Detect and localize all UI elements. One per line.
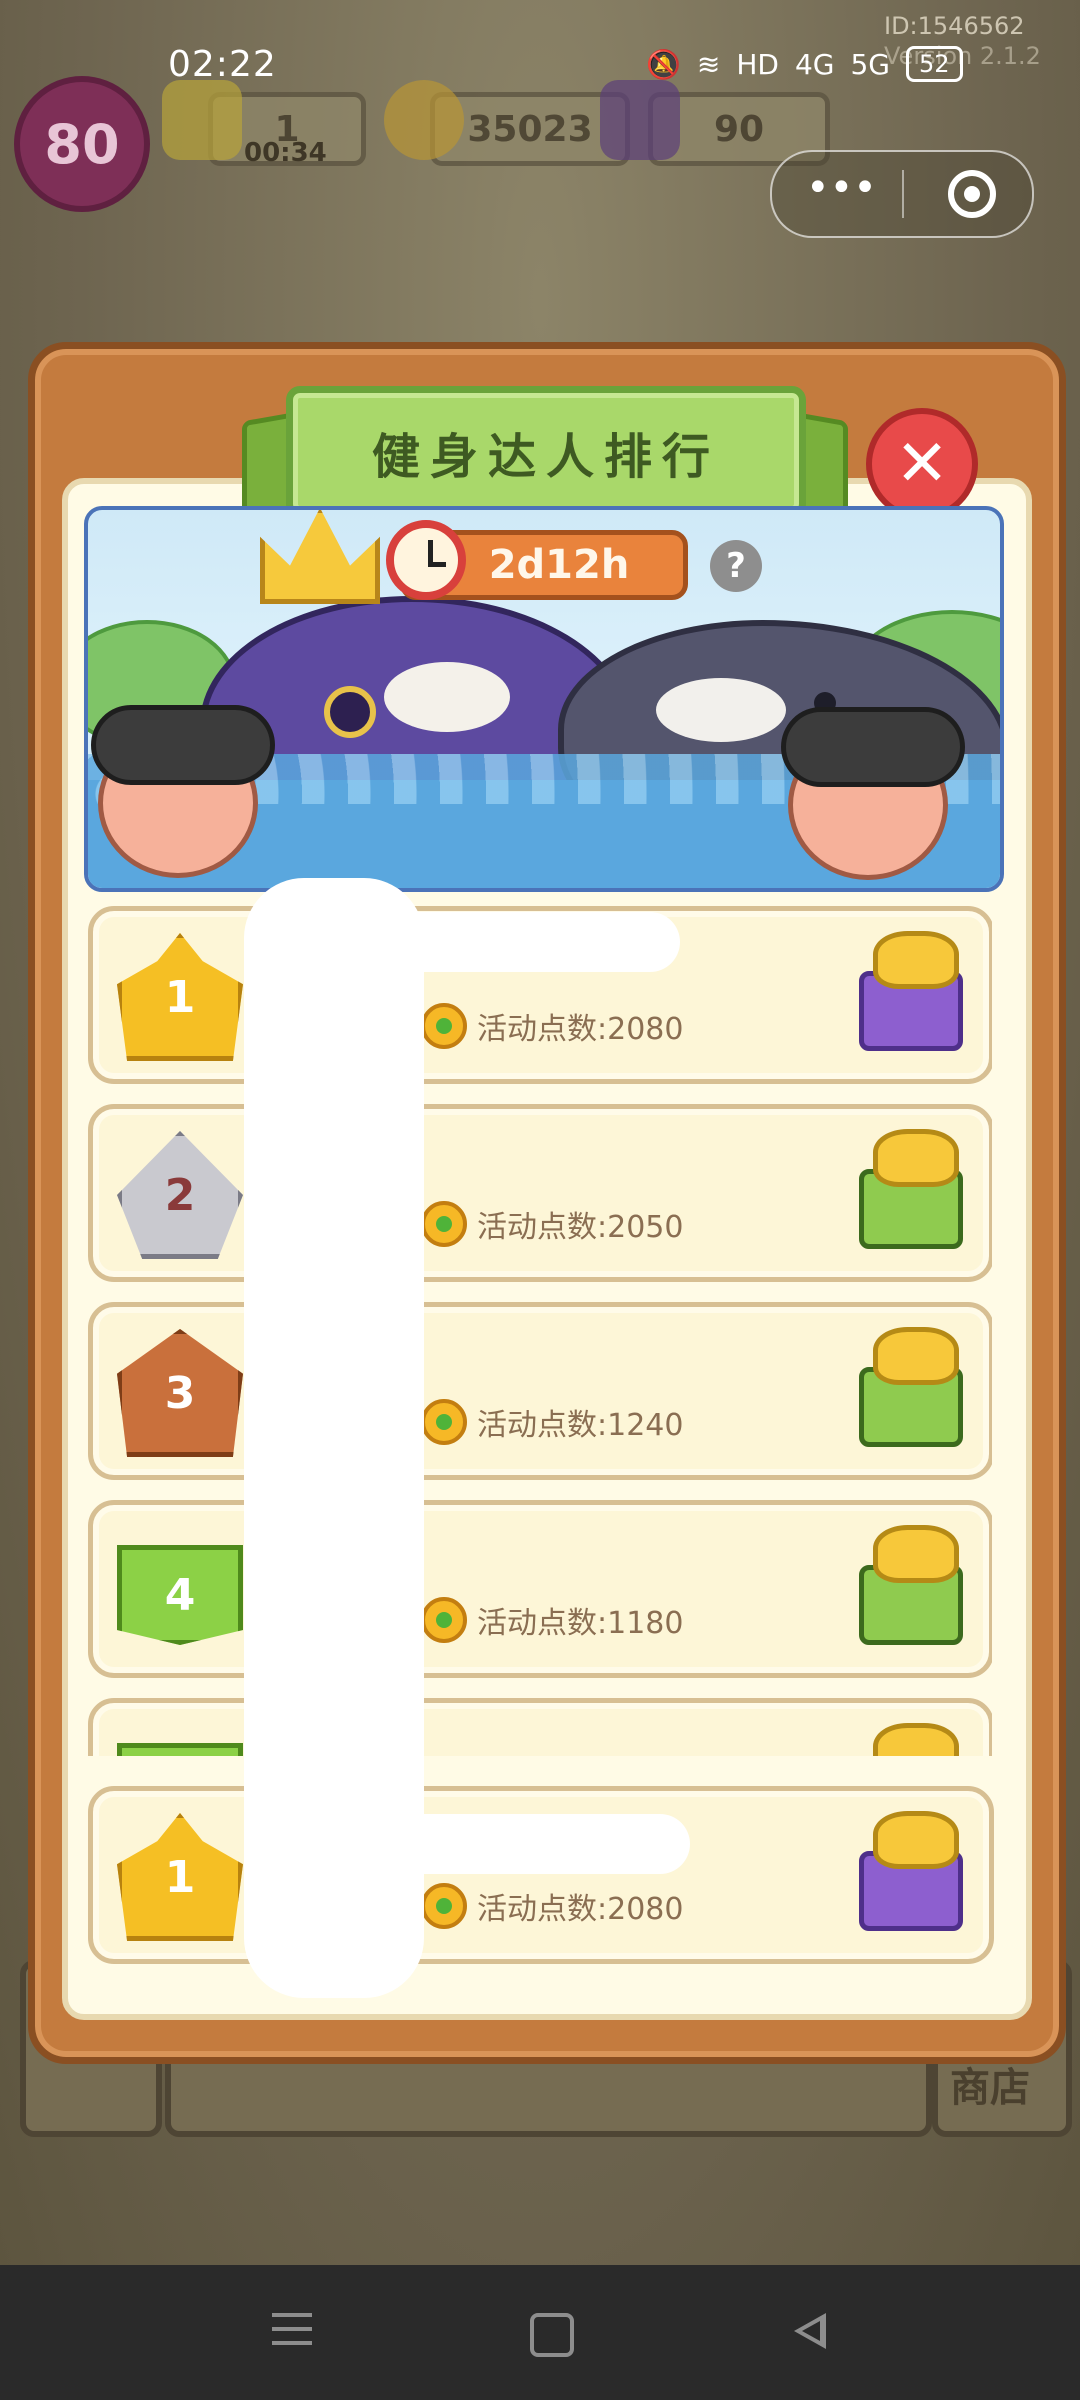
gold-rank-badge: 1	[117, 933, 243, 1061]
close-button[interactable]: ✕	[866, 408, 978, 520]
points-text: 活动点数:2050	[477, 1210, 684, 1245]
orca-eye	[324, 686, 376, 738]
points-text: 活动点数:2080	[477, 1892, 684, 1927]
rank-row[interactable]: 4 活动点数:1180	[88, 1500, 992, 1678]
green-gift-icon[interactable]	[855, 1129, 967, 1253]
system-nav-bar	[0, 2265, 1080, 2400]
redaction-mask	[310, 1814, 690, 1874]
row-points: 活动点数:2050	[421, 1201, 683, 1247]
capsule-divider	[902, 170, 904, 218]
orca-patch	[384, 662, 510, 732]
player-id: ID:1546562	[884, 12, 1025, 40]
flower-icon	[421, 1399, 467, 1445]
coin-icon	[384, 80, 464, 160]
points-text: 活动点数:2080	[477, 1012, 684, 1047]
green-gift-icon[interactable]	[855, 1525, 967, 1649]
green-gift-icon[interactable]	[855, 1327, 967, 1451]
row-points: 活动点数:1240	[421, 1399, 683, 1445]
silver-rank-badge: 2	[117, 1131, 243, 1259]
gold-rank-badge: 1	[117, 1813, 243, 1941]
green-rank-badge: 4	[117, 1545, 243, 1645]
clock-icon	[386, 520, 466, 600]
gift-bow	[873, 1525, 959, 1583]
green-gift-icon[interactable]	[855, 1723, 967, 1756]
green-rank-badge	[117, 1743, 243, 1756]
level-badge: 80	[14, 76, 150, 212]
self-rank-row[interactable]: 1 活动点数:2080	[88, 1786, 994, 1964]
points-text: 活动点数:1240	[477, 1408, 684, 1443]
gift-bow	[873, 1723, 959, 1756]
crown-icon	[260, 510, 380, 604]
rank-row[interactable]: 3 活动点数:1240	[88, 1302, 992, 1480]
bronze-rank-badge: 3	[117, 1329, 243, 1457]
help-icon[interactable]: ?	[710, 540, 762, 592]
gift-bow	[873, 1327, 959, 1385]
energy-icon	[162, 80, 242, 160]
flower-icon	[421, 1597, 467, 1643]
orca-patch	[656, 678, 786, 742]
exit-miniprogram-icon[interactable]	[948, 170, 996, 218]
flower-icon	[421, 1883, 467, 1929]
kid-right	[781, 707, 965, 880]
row-points: 活动点数:2080	[421, 1003, 683, 1049]
redaction-mask	[300, 912, 680, 972]
rank-row-partial[interactable]	[88, 1698, 992, 1756]
purple-gift-icon[interactable]	[855, 1811, 967, 1935]
purple-gift-icon[interactable]	[855, 931, 967, 1055]
rank-row[interactable]: 2 活动点数:2050	[88, 1104, 992, 1282]
back-icon[interactable]	[788, 2305, 842, 2359]
kid-left	[91, 705, 275, 878]
flower-icon	[421, 1003, 467, 1049]
ranking-list[interactable]: 1 活动点数:2080 2 活动点数:2050 3 活动点数:1240 4 活动…	[88, 906, 992, 1756]
energy-timer: 00:34	[244, 138, 327, 168]
tire-icon	[91, 705, 275, 785]
tire-icon	[781, 707, 965, 787]
menu-icon[interactable]	[266, 2305, 320, 2359]
gift-bow	[873, 1811, 959, 1869]
row-points: 活动点数:1180	[421, 1597, 683, 1643]
gift-bow	[873, 931, 959, 989]
gift-bow	[873, 1129, 959, 1187]
flower-icon	[421, 1201, 467, 1247]
miniprogram-capsule: •••	[770, 150, 1034, 238]
title-banner: 健身达人排行	[286, 386, 806, 518]
home-icon[interactable]	[530, 2313, 574, 2357]
row-points: 活动点数:2080	[421, 1883, 683, 1929]
gem-icon	[600, 80, 680, 160]
panel-title: 健身达人排行	[371, 429, 720, 485]
points-text: 活动点数:1180	[477, 1606, 684, 1641]
more-options-icon[interactable]: •••	[806, 168, 877, 214]
